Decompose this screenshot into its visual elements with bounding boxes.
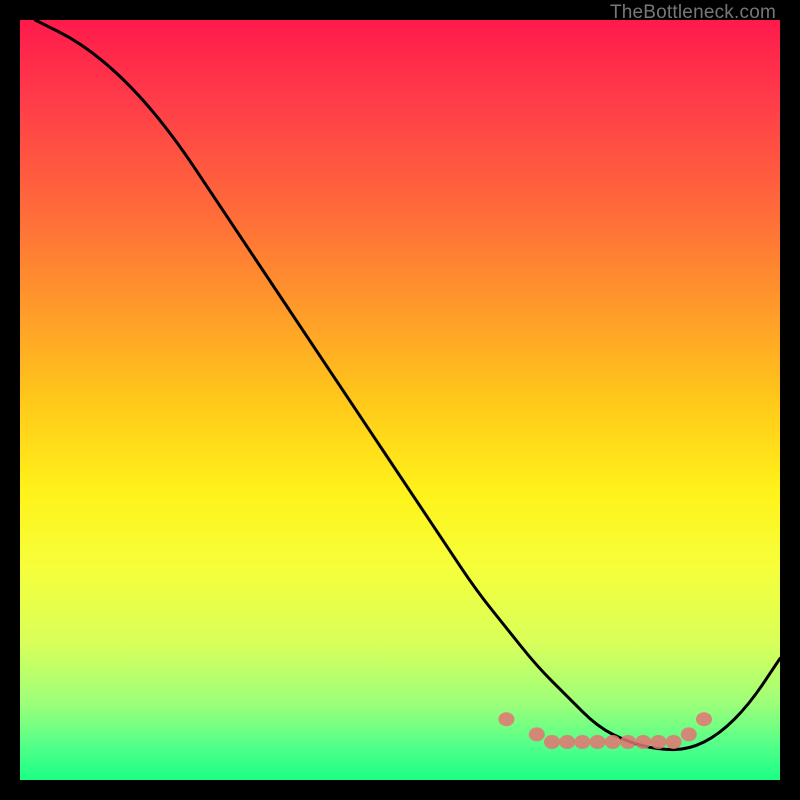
gradient-background (20, 20, 780, 780)
chart-frame: TheBottleneck.com (20, 20, 780, 780)
